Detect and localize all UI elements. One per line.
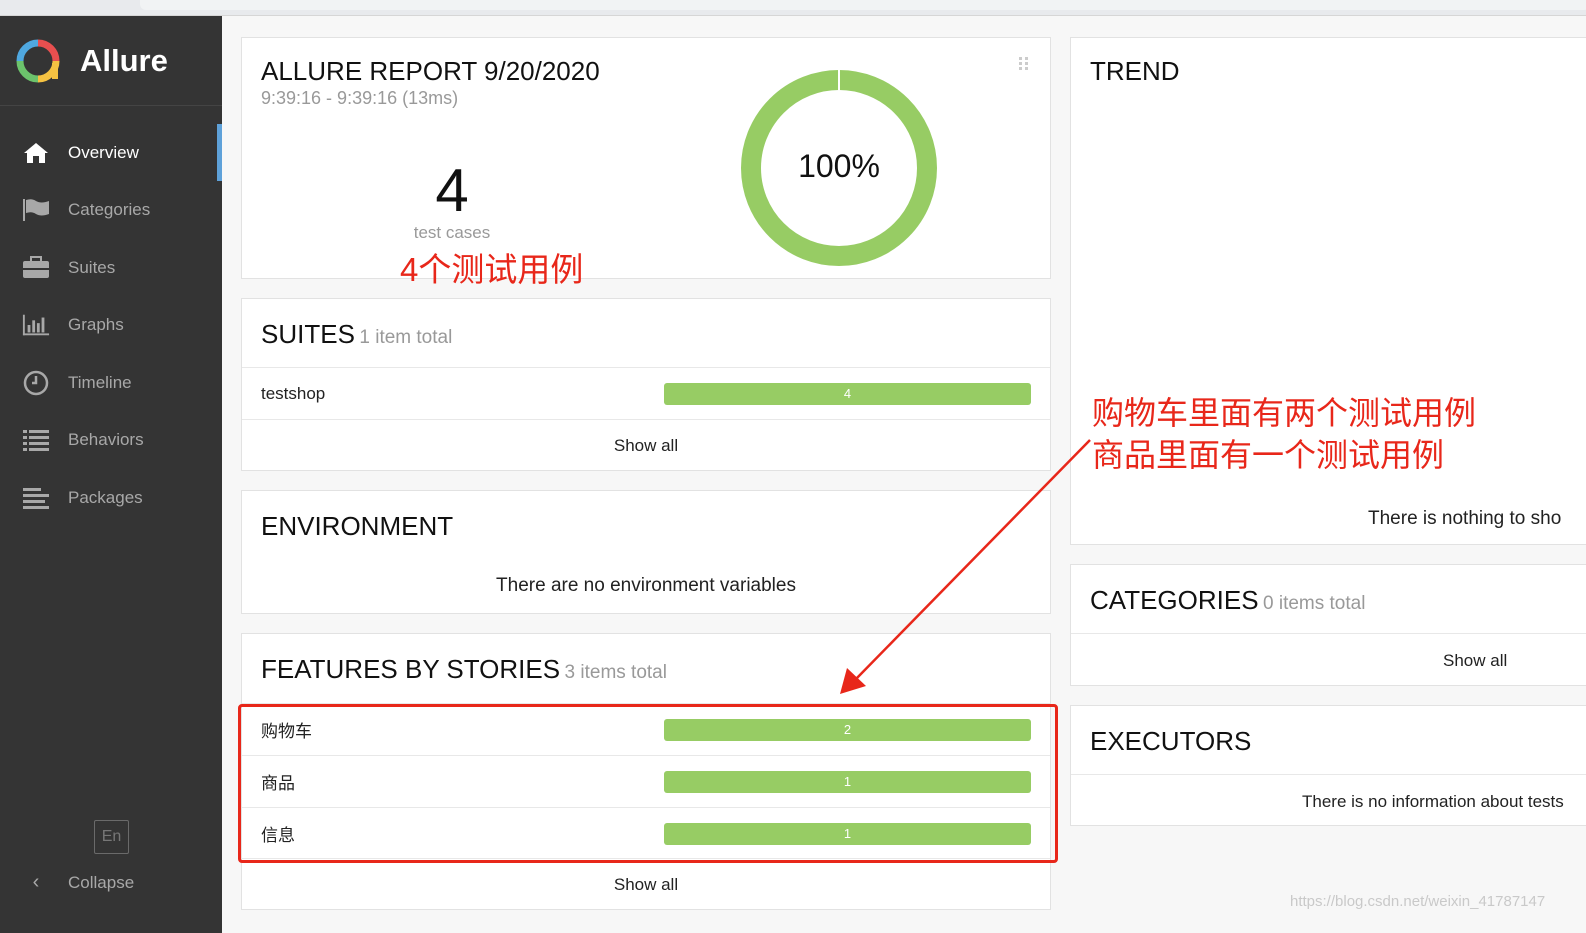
environment-widget: ENVIRONMENT There are no environment var… [241,490,1051,614]
sidebar-item-graphs[interactable]: Graphs [0,297,222,355]
divider [1071,633,1586,634]
success-rate-label: 100% [798,148,880,184]
brand[interactable]: Allure [0,16,222,106]
report-title: ALLURE REPORT 9/20/2020 [261,56,600,86]
language-selector[interactable]: En [94,820,129,854]
drag-handle-icon[interactable] [1018,56,1030,72]
browser-chrome [0,0,1586,16]
test-case-count: 4 [435,157,469,224]
features-title: FEATURES BY STORIES [261,654,561,684]
sidebar-item-label: Packages [68,487,143,507]
home-icon [22,141,50,165]
collapse-button[interactable]: ‹ Collapse [22,871,135,894]
sidebar-item-behaviors[interactable]: Behaviors [0,412,222,470]
bar-chart-icon [22,313,50,337]
sidebar-item-categories[interactable]: Categories [0,182,222,240]
categories-subtitle: 0 items total [1263,593,1366,614]
align-left-icon [22,486,50,510]
sidebar-item-label: Graphs [68,315,124,335]
sidebar-item-timeline[interactable]: Timeline [0,354,222,412]
chevron-left-icon: ‹ [32,871,40,893]
suite-name: testshop [261,383,326,403]
suites-show-all-link[interactable]: Show all [242,436,1050,456]
allure-logo-icon [16,39,60,82]
collapse-label: Collapse [68,872,135,892]
clock-icon [22,370,50,395]
sidebar-item-packages[interactable]: Packages [0,469,222,527]
trend-title: TREND [1090,56,1180,86]
show-all-row: Show all [242,858,1050,910]
sidebar-item-label: Overview [68,142,139,162]
sidebar-nav: Overview Categories Suites Graphs Timeli… [0,124,222,527]
environment-title: ENVIRONMENT [261,511,454,541]
summary-widget: ALLURE REPORT 9/20/2020 9:39:16 - 9:39:1… [241,37,1051,279]
suites-title: SUITES [261,319,355,349]
trend-empty-text: There is nothing to sho [1368,508,1562,529]
divider [1071,774,1586,775]
list-icon [22,428,50,452]
sidebar-item-suites[interactable]: Suites [0,239,222,297]
annotation-test-count: 4个测试用例 [400,251,584,288]
categories-title: CATEGORIES [1090,585,1259,615]
report-time: 9:39:16 - 9:39:16 (13ms) [261,88,459,108]
environment-empty-text: There are no environment variables [496,575,796,596]
sidebar: Allure Overview Categories Suites Graphs [0,16,222,933]
sidebar-item-overview[interactable]: Overview [0,124,222,182]
brand-name: Allure [80,42,168,78]
executors-widget: EXECUTORS There is no information about … [1070,705,1586,826]
suites-subtitle: 1 item total [359,327,453,348]
sidebar-item-label: Categories [68,200,151,220]
show-all-row: Show all [242,419,1050,471]
address-bar[interactable] [140,0,1586,10]
categories-widget: CATEGORIES 0 items total Show all [1070,564,1586,686]
annotation-highlight-box [238,704,1058,863]
executors-empty-text: There is no information about tests [1302,792,1564,811]
sidebar-item-label: Suites [68,257,116,277]
test-case-count-label: test cases [413,223,491,242]
categories-show-all-link[interactable]: Show all [1443,651,1507,671]
features-show-all-link[interactable]: Show all [242,875,1050,895]
annotation-line-1: 购物车里面有两个测试用例 [1092,395,1477,431]
executors-title: EXECUTORS [1090,726,1252,756]
watermark: https://blog.csdn.net/weixin_41787147 [1290,893,1546,910]
sidebar-item-label: Timeline [68,372,132,392]
suites-widget: SUITES 1 item total testshop 4 Show all [241,298,1051,471]
suite-status-bar[interactable]: 4 [664,382,1031,405]
flag-icon [22,198,50,222]
sidebar-item-label: Behaviors [68,430,144,450]
table-row[interactable]: testshop 4 [242,367,1050,419]
features-subtitle: 3 items total [564,662,667,683]
briefcase-icon [22,255,50,280]
annotation-line-2: 商品里面有一个测试用例 [1092,437,1445,473]
